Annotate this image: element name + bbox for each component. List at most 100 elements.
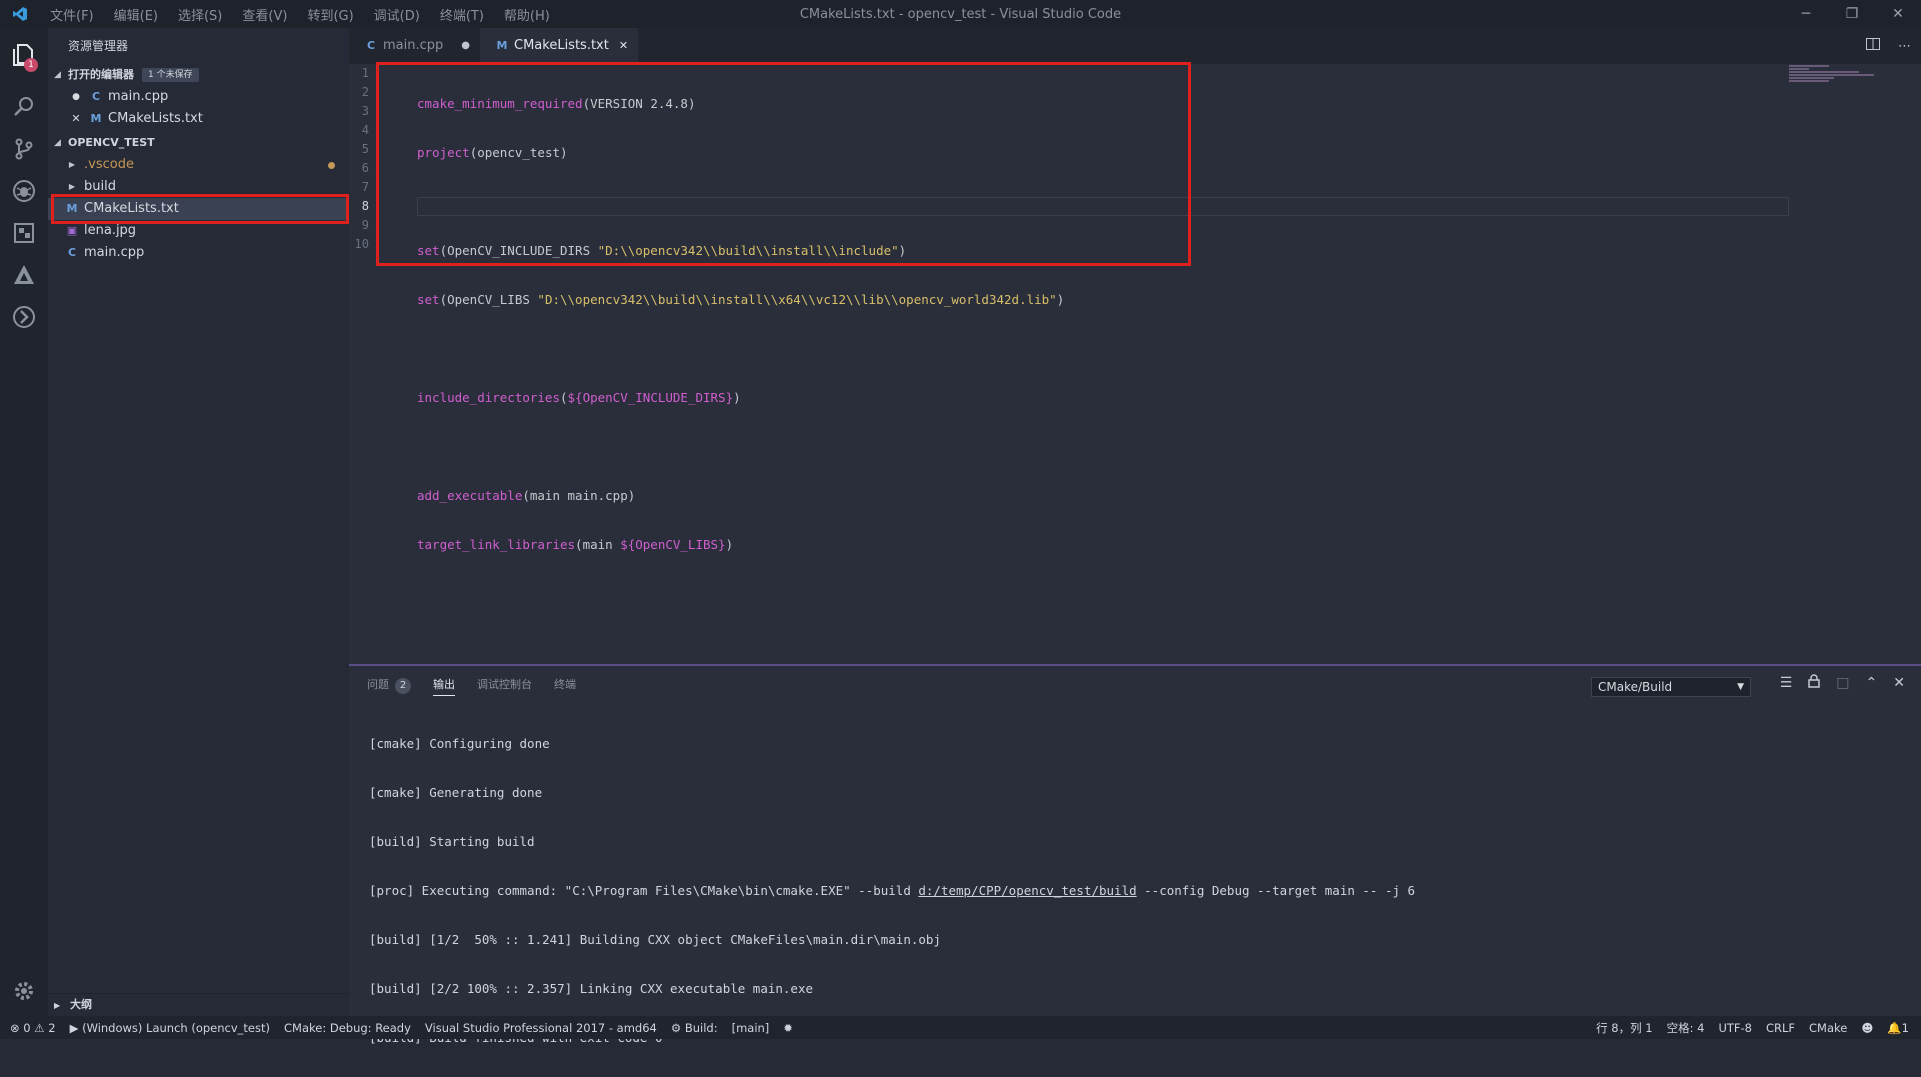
more-actions-icon[interactable]: ⋯ [1898, 39, 1911, 54]
minimap[interactable] [1789, 64, 1879, 84]
tab-cmakelists[interactable]: M CMakeLists.txt ✕ [480, 28, 639, 64]
restore-icon[interactable]: ❐ [1829, 0, 1875, 28]
unsaved-badge: 1 个未保存 [142, 68, 199, 82]
explorer-badge: 1 [24, 58, 38, 72]
output-channel-value: CMake/Build [1598, 680, 1673, 694]
menu-file[interactable]: 文件(F) [40, 5, 104, 24]
cpp-file-icon: C [91, 90, 101, 103]
menu-debug[interactable]: 调试(D) [364, 5, 430, 24]
output-link[interactable]: d:/temp/CPP/opencv_test/build [918, 883, 1136, 898]
activity-bar: 1 [0, 28, 48, 1016]
cmake-file-icon: M [66, 202, 78, 215]
output-channel-select[interactable]: CMake/Build ▼ [1591, 677, 1751, 697]
notifications[interactable]: 🔔1 [1887, 1021, 1909, 1035]
play-icon: ▶ [69, 1020, 79, 1035]
menu-help[interactable]: 帮助(H) [494, 5, 560, 24]
tree-item-cmakelists[interactable]: M CMakeLists.txt [48, 198, 349, 220]
warning-count: 2 [48, 1020, 56, 1035]
output-text: [proc] Executing command: "C:\Program Fi… [369, 883, 919, 898]
workspace-header[interactable]: ◢ OPENCV_TEST [48, 132, 349, 154]
open-log-icon[interactable]: □ [1836, 675, 1849, 691]
unsaved-dot-icon[interactable]: ● [461, 28, 470, 64]
language-mode[interactable]: CMake [1809, 1021, 1847, 1035]
close-tab-icon[interactable]: ✕ [619, 28, 628, 64]
explorer-button[interactable]: 1 [0, 32, 48, 78]
outline-label: 大纲 [70, 998, 92, 1011]
output-line: [build] Starting build [369, 834, 535, 849]
code-content[interactable]: cmake_minimum_required(VERSION 2.4.8) pr… [417, 64, 1064, 584]
build-button[interactable]: ⚙ Build: [671, 1021, 718, 1035]
output-line: [build] [2/2 100% :: 2.357] Linking CXX … [369, 981, 814, 996]
tree-item-vscode[interactable]: ▶ .vscode [48, 154, 349, 176]
tab-output[interactable]: 输出 [433, 676, 455, 696]
editor-scrollbar[interactable] [1907, 64, 1921, 664]
encoding[interactable]: UTF-8 [1718, 1021, 1752, 1035]
open-editor-item[interactable]: ● C main.cpp [48, 86, 349, 108]
tab-problems[interactable]: 问题 2 [367, 676, 411, 696]
menu-selection[interactable]: 选择(S) [168, 5, 232, 24]
line-ending[interactable]: CRLF [1766, 1021, 1795, 1035]
build-target[interactable]: [main] [732, 1021, 770, 1035]
search-button[interactable] [0, 84, 48, 130]
close-panel-icon[interactable]: ✕ [1893, 675, 1905, 691]
tab-main-cpp[interactable]: C main.cpp ● [349, 28, 480, 64]
menu-terminal[interactable]: 终端(T) [430, 5, 494, 24]
history-button[interactable] [0, 294, 48, 340]
close-window-icon[interactable]: ✕ [1875, 0, 1921, 28]
line-number: 9 [361, 218, 369, 232]
indentation[interactable]: 空格: 4 [1667, 1020, 1705, 1036]
open-editor-label: main.cpp [108, 89, 169, 104]
outline-header[interactable]: ▶ 大纲 [48, 993, 355, 1016]
cmake-kit[interactable]: Visual Studio Professional 2017 - amd64 [425, 1021, 657, 1035]
tab-debug-console[interactable]: 调试控制台 [477, 676, 532, 696]
tree-item-build[interactable]: ▶ build [48, 176, 349, 198]
tree-item-label: main.cpp [84, 245, 145, 260]
cpp-file-icon: C [67, 246, 77, 259]
split-editor-icon[interactable] [1866, 38, 1880, 54]
chevron-right-icon: ▶ [68, 160, 76, 169]
open-editor-label: CMakeLists.txt [108, 111, 203, 126]
workspace-label: OPENCV_TEST [68, 136, 155, 149]
problems-count-badge: 2 [395, 678, 411, 694]
lock-scroll-icon[interactable] [1808, 674, 1821, 692]
output-line: [cmake] Configuring done [369, 736, 550, 751]
error-icon: ⊗ [10, 1020, 20, 1035]
code-editor[interactable]: 1 2 3 4 5 6 7 8 9 10 cmake_minimum_requi… [349, 64, 1921, 664]
launch-config[interactable]: ▶ (Windows) Launch (opencv_test) [70, 1021, 270, 1035]
window-controls: ─ ❐ ✕ [1783, 0, 1921, 28]
gear-icon: ⚙ [670, 1020, 682, 1035]
code-line: include_directories(${OpenCV_INCLUDE_DIR… [417, 390, 741, 405]
debug-button[interactable] [0, 168, 48, 214]
output-line: [build] [1/2 50% :: 1.241] Building CXX … [369, 932, 941, 947]
cursor-position[interactable]: 行 8，列 1 [1596, 1020, 1652, 1036]
chevron-down-icon: ▼ [1737, 682, 1744, 692]
open-editor-item[interactable]: ✕ M CMakeLists.txt [48, 108, 349, 130]
bug-icon[interactable]: ✹ [783, 1021, 793, 1035]
tab-terminal[interactable]: 终端 [554, 676, 576, 696]
maximize-panel-icon[interactable]: ⌃ [1866, 675, 1878, 691]
source-control-button[interactable] [0, 126, 48, 172]
unsaved-dot-icon[interactable]: ● [68, 86, 84, 108]
settings-button[interactable] [0, 968, 48, 1014]
deploy-button[interactable] [0, 252, 48, 298]
menu-edit[interactable]: 编辑(E) [104, 5, 168, 24]
line-number: 3 [361, 104, 369, 118]
cmake-status[interactable]: CMake: Debug: Ready [284, 1021, 411, 1035]
clear-output-icon[interactable]: ☰ [1780, 675, 1793, 691]
problems-status[interactable]: ⊗ 0 ⚠ 2 [10, 1021, 56, 1035]
build-label: Build: [684, 1020, 718, 1035]
extensions-button[interactable] [0, 210, 48, 256]
feedback-smiley-icon[interactable]: ☻ [1861, 1021, 1873, 1035]
notification-count: 1 [1901, 1020, 1909, 1035]
open-editors-header[interactable]: ◢ 打开的编辑器 1 个未保存 [48, 64, 349, 86]
tree-item-lena[interactable]: ▣ lena.jpg [48, 220, 349, 242]
tree-item-main-cpp[interactable]: C main.cpp [48, 242, 349, 264]
code-line: project(opencv_test) [417, 145, 568, 160]
vscode-logo-icon [0, 6, 40, 22]
menu-view[interactable]: 查看(V) [232, 5, 297, 24]
minimize-icon[interactable]: ─ [1783, 0, 1829, 28]
close-icon[interactable]: ✕ [68, 108, 84, 130]
menu-go[interactable]: 转到(G) [297, 5, 363, 24]
